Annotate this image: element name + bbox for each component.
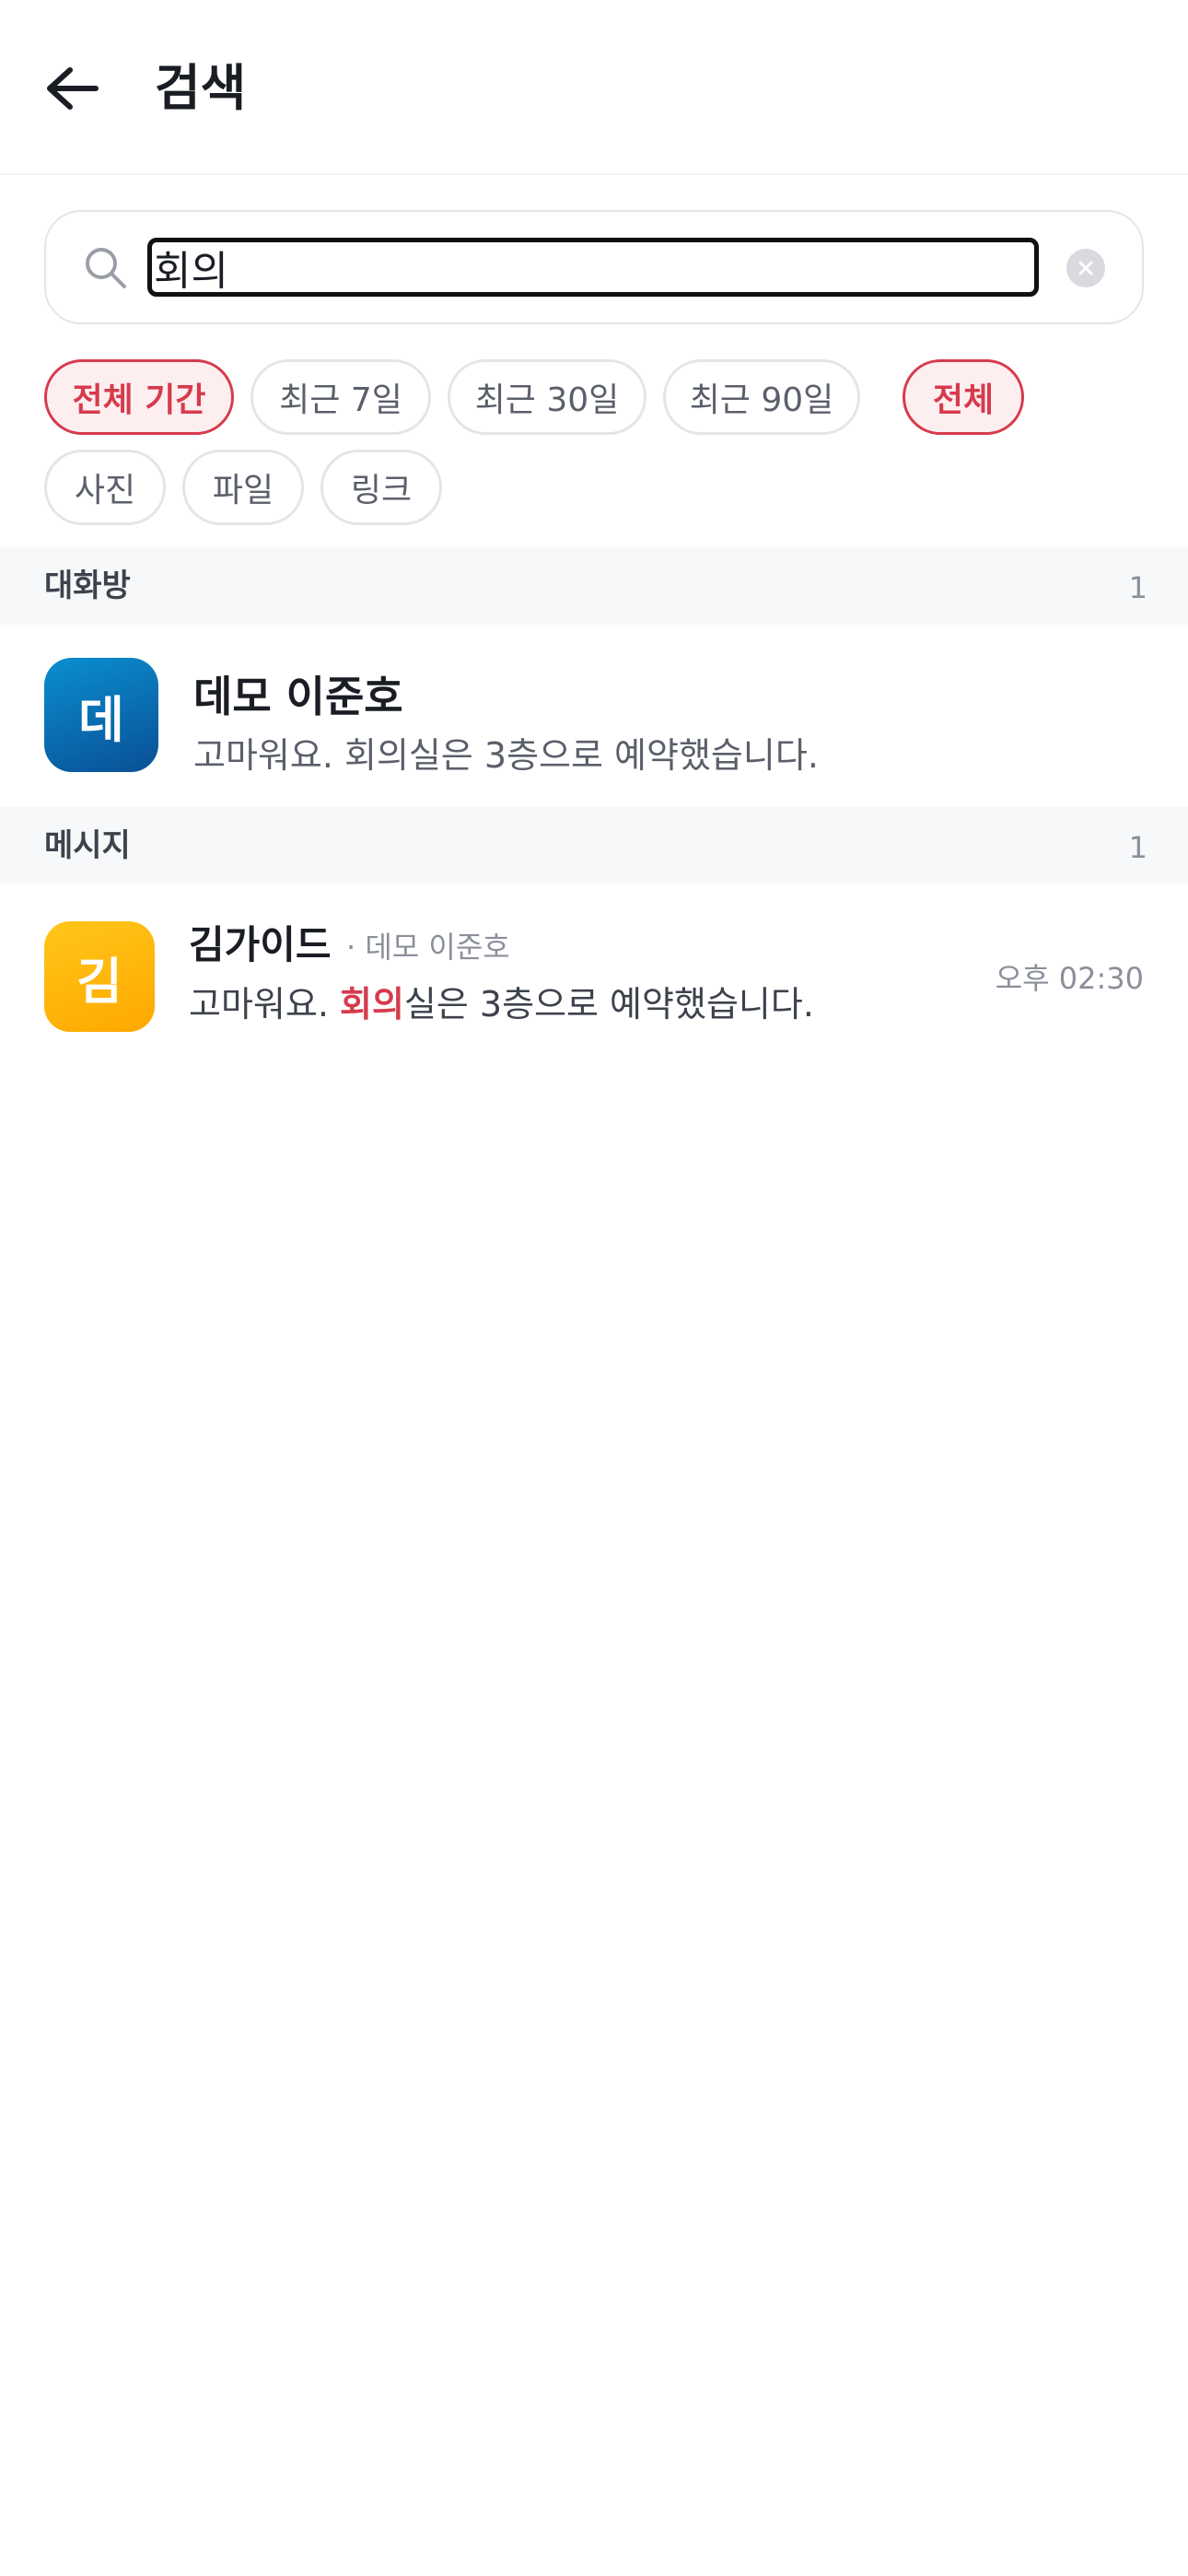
app-header: 검색 [0,0,1188,175]
message-text: 고마워요. 회의실은 3층으로 예약했습니다. [189,980,814,1028]
message-text-after: 실은 3층으로 예약했습니다. [403,984,814,1025]
room-name: 데모 이준호 [193,672,403,721]
section-count: 1 [1128,570,1147,605]
arrow-left-icon [47,67,99,110]
message-room-name: · 데모 이준호 [346,930,510,965]
avatar: 데 [44,658,158,772]
back-button[interactable] [37,55,111,129]
message-sender: 김가이드 [189,922,332,967]
chip-period-7d[interactable]: 최근 7일 [250,359,431,435]
section-title: 메시지 [44,827,131,864]
search-highlight: 회의 [340,984,404,1025]
room-preview: 고마워요. 회의실은 3층으로 예약했습니다. [193,735,819,776]
section-count: 1 [1128,830,1147,865]
close-icon [1078,261,1093,275]
chip-type-photo[interactable]: 사진 [44,450,166,525]
search-icon [86,248,126,288]
message-result-item[interactable]: 김 김가이드 · 데모 이준호 고마워요. 회의실은 3층으로 예약했습니다. … [0,884,1188,1069]
avatar: 김 [44,921,155,1032]
chip-type-link[interactable]: 링크 [320,450,442,525]
chip-period-all[interactable]: 전체 기간 [44,359,234,435]
room-result-item[interactable]: 데 데모 이준호 고마워요. 회의실은 3층으로 예약했습니다. [0,625,1188,807]
chip-period-90d[interactable]: 최근 90일 [663,359,860,435]
section-title: 대화방 [44,568,131,604]
section-header-messages: 메시지 1 [0,807,1188,884]
message-time: 오후 02:30 [995,961,1144,996]
search-bar [44,210,1144,324]
page-title: 검색 [155,59,247,117]
chip-type-file[interactable]: 파일 [182,450,304,525]
message-text-before: 고마워요. [189,984,340,1025]
chip-period-30d[interactable]: 최근 30일 [448,359,646,435]
chip-type-all[interactable]: 전체 [903,359,1024,435]
clear-search-button[interactable] [1066,249,1105,287]
search-input[interactable] [147,238,1039,297]
section-header-rooms: 대화방 1 [0,547,1188,625]
